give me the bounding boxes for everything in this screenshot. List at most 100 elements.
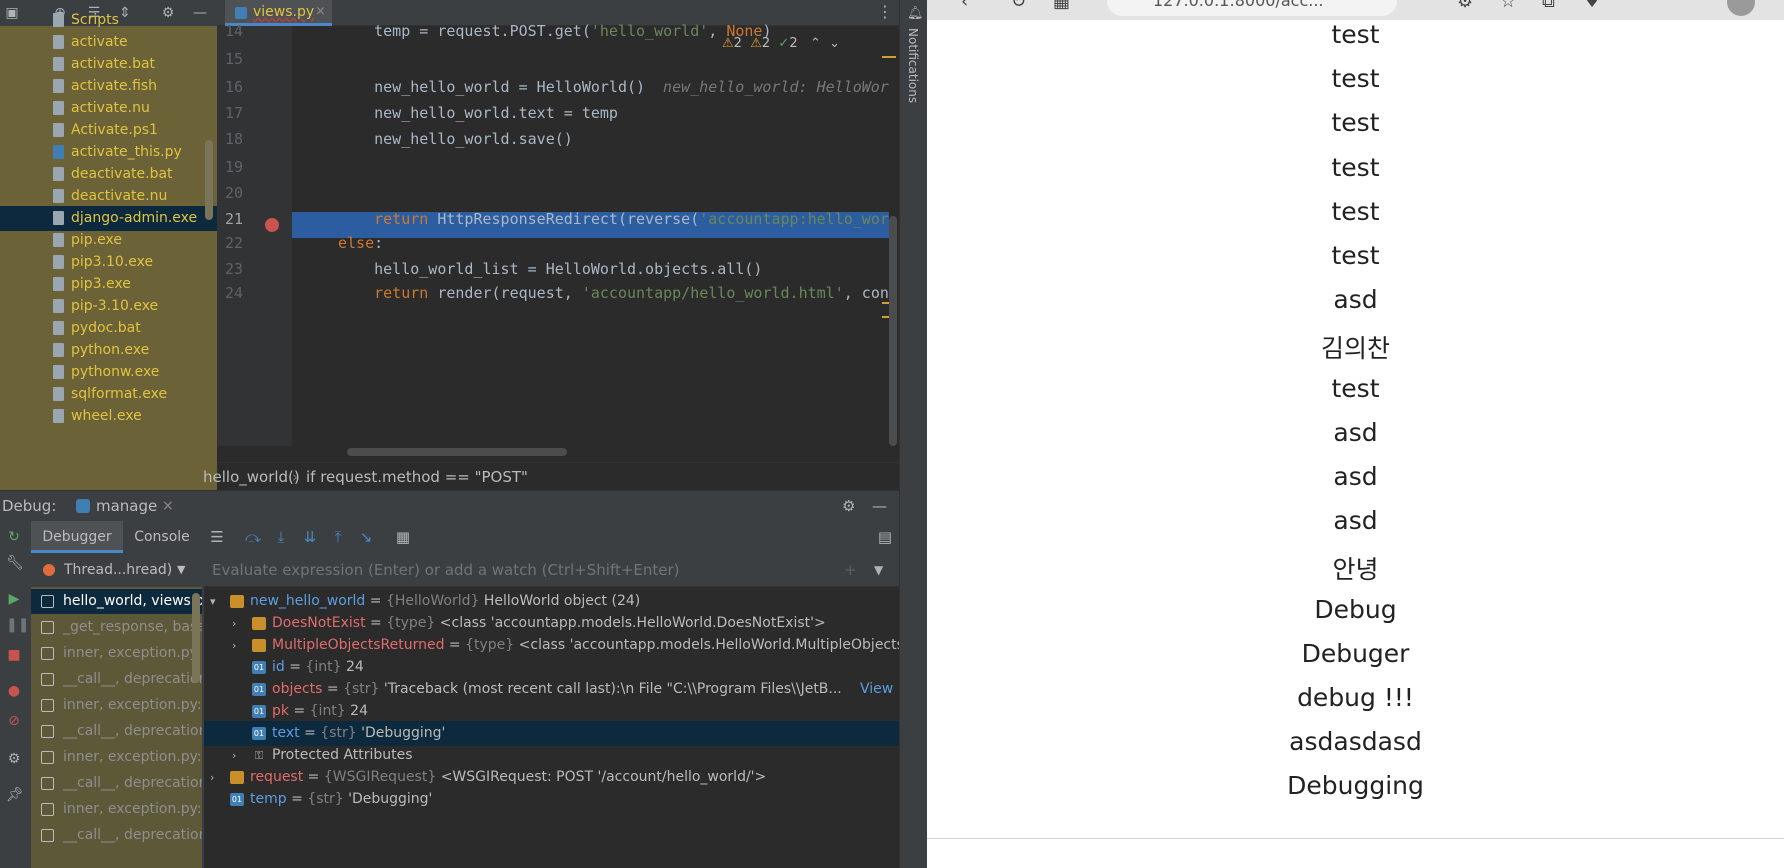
stack-frame[interactable]: inner, exception.py:55 [31, 797, 202, 822]
chevron-down-icon[interactable]: ▼ [874, 553, 883, 587]
line-number: 22 [224, 234, 243, 252]
mute-breakpoints-icon[interactable]: ⊘ [6, 713, 22, 729]
step-over-icon[interactable]: ⤼ [243, 527, 263, 547]
list-item: asd [1333, 462, 1378, 491]
variable-value: 24 [345, 659, 364, 675]
debug-header: Debug: manage × ⚙ — [0, 491, 899, 521]
pin-icon[interactable]: 📌︎ [6, 787, 24, 803]
notifications-strip: 🔔︎ Notifications [899, 0, 927, 868]
file-icon [53, 255, 64, 269]
breakpoint-icon[interactable] [265, 218, 279, 232]
stack-frame[interactable]: inner, exception.py:55 [31, 745, 202, 770]
editor-vertical-scrollbar[interactable] [889, 216, 897, 446]
stack-frame[interactable]: _get_response, base.py:197 [31, 615, 202, 640]
file-icon [53, 57, 64, 71]
project-panel: ▣ ⊕ ☰ ⇕ ⚙ — Scriptsactivateactivate.bata… [0, 0, 217, 490]
chevron-down-icon[interactable]: ⌄ [829, 36, 840, 51]
code-line[interactable]: new_hello_world.save() [338, 130, 889, 148]
run-config-tab[interactable]: manage [76, 491, 157, 521]
thread-status-icon [43, 564, 55, 576]
stack-frame[interactable]: __call__, deprecation.py:134 [31, 771, 202, 796]
back-icon[interactable]: ‹ [961, 0, 968, 12]
inspection-widget[interactable]: ⚠2 ⚠2 ✓2 ⌃ ⌄ [722, 36, 840, 51]
notifications-tab[interactable]: Notifications [906, 28, 920, 103]
close-icon[interactable]: × [162, 491, 174, 521]
run-to-cursor-icon[interactable]: ↘ [356, 527, 376, 547]
python-icon [76, 499, 90, 513]
collections-icon[interactable]: ⧉ [1542, 0, 1555, 12]
gear-icon[interactable]: ⚙ [842, 491, 855, 521]
tabs-icon[interactable]: ▦ [1053, 0, 1070, 12]
variable-name: text [272, 725, 300, 741]
step-out-icon[interactable]: ⤒ [328, 527, 348, 547]
chevron-up-icon[interactable]: ⌃ [810, 36, 821, 51]
code-line[interactable]: return render(request, 'accountapp/hello… [338, 284, 889, 302]
settings-icon[interactable]: ⚙ [6, 751, 22, 767]
step-into-icon[interactable]: ⤓ [271, 527, 291, 547]
minimize-icon[interactable]: — [872, 491, 887, 521]
avatar[interactable] [1727, 0, 1755, 16]
stack-frame[interactable]: inner, exception.py:55 [31, 693, 202, 718]
tab-console[interactable]: Console [123, 521, 201, 553]
list-item: asdasdasd [1289, 727, 1422, 757]
stack-frame[interactable]: __call__, deprecation.py:134 [31, 667, 202, 692]
pause-icon[interactable]: ❚❚ [6, 617, 29, 633]
view-breakpoints-icon[interactable]: ● [6, 683, 22, 699]
resume-icon[interactable]: ▶ [6, 591, 22, 607]
browser-window: ‹ ↻ ▦ 127.0.0.1:8000/acc... ⚙ ☆ ⧉ ♦ test… [927, 0, 1784, 868]
variable-row[interactable]: 01 temp = {str} 'Debugging' [204, 787, 899, 812]
stack-frame[interactable]: __call__, deprecation.py:134 [31, 719, 202, 744]
stop-icon[interactable]: ■ [6, 647, 22, 663]
editor-horizontal-scrollbar[interactable] [347, 448, 567, 456]
bell-icon[interactable]: 🔔︎ [907, 6, 924, 21]
show-execution-point-icon[interactable]: ☰ [207, 527, 227, 547]
shield-icon[interactable]: ♦ [1584, 0, 1600, 12]
layout-icon[interactable]: ▤ [875, 527, 895, 547]
rerun-icon[interactable]: ↻ [6, 529, 22, 545]
stack-frame[interactable]: hello_world, views.py:21 [31, 589, 202, 614]
equals-sign: = [444, 637, 466, 653]
stack-frame[interactable]: __call__, deprecation.py:134 [31, 823, 202, 848]
object-variable-icon [252, 617, 266, 630]
equals-sign: = [322, 681, 344, 697]
variable-entry: temp = {str} 'Debugging' [250, 787, 432, 812]
extensions-icon[interactable]: ⚙ [1457, 0, 1473, 12]
wrench-icon[interactable]: 🔧︎ [6, 555, 24, 571]
add-watch-icon[interactable]: + [844, 553, 857, 587]
frames-scrollbar[interactable] [192, 593, 200, 683]
breadcrumb-function[interactable]: hello_world() [203, 463, 300, 491]
favorites-icon[interactable]: ☆ [1500, 0, 1516, 12]
breadcrumb-condition[interactable]: if request.method == "POST" [306, 463, 528, 491]
code-line[interactable]: new_hello_world.text = temp [338, 104, 889, 122]
code-line[interactable]: return HttpResponseRedirect(reverse('acc… [338, 210, 889, 228]
more-icon[interactable]: ⋮ [877, 2, 893, 21]
check-icon: ✓ [778, 36, 790, 51]
object-variable-icon [230, 595, 244, 608]
tab-debugger[interactable]: Debugger [31, 521, 123, 553]
run-config-name: manage [96, 497, 158, 515]
address-bar[interactable]: 127.0.0.1:8000/acc... [1107, 0, 1397, 16]
inline-debug-value: new_hello_world: HelloWorld object (24) [663, 78, 889, 96]
refresh-icon[interactable]: ↻ [1011, 0, 1026, 12]
stack-frame-label: inner, exception.py:55 [63, 645, 202, 661]
code-line[interactable]: else: [338, 234, 889, 252]
tree-item[interactable]: wheel.exe [0, 404, 217, 429]
code-line[interactable]: new_hello_world = HelloWorld() new_hello_… [338, 78, 889, 96]
project-scrollbar[interactable] [205, 140, 213, 220]
stack-frame[interactable]: inner, exception.py:55 [31, 641, 202, 666]
variable-type: {HelloWorld} [385, 593, 480, 609]
watch-input[interactable]: Evaluate expression (Enter) or add a wat… [204, 553, 899, 587]
error-stripe-mark[interactable] [882, 56, 896, 58]
list-item: Debugging [1287, 771, 1424, 801]
variable-value: 'Debugging' [361, 725, 446, 741]
code-editor: views.py × ⋮ 14 15 16 17 18 19 20 21 22 23 24 temp… [203, 0, 899, 491]
line-number: 14 [224, 22, 243, 40]
line-number: 21 [224, 210, 243, 228]
code-line[interactable]: hello_world_list = HelloWorld.objects.al… [338, 260, 889, 278]
step-into-my-code-icon[interactable]: ⇊ [300, 527, 320, 547]
close-icon[interactable]: × [315, 0, 326, 24]
evaluate-expression-icon[interactable]: ▦ [393, 527, 413, 547]
warning-count: 2 [733, 36, 742, 51]
thread-selector[interactable]: Thread...hread) ▼ [31, 553, 202, 587]
thread-name: Thread...hread) [64, 562, 173, 578]
